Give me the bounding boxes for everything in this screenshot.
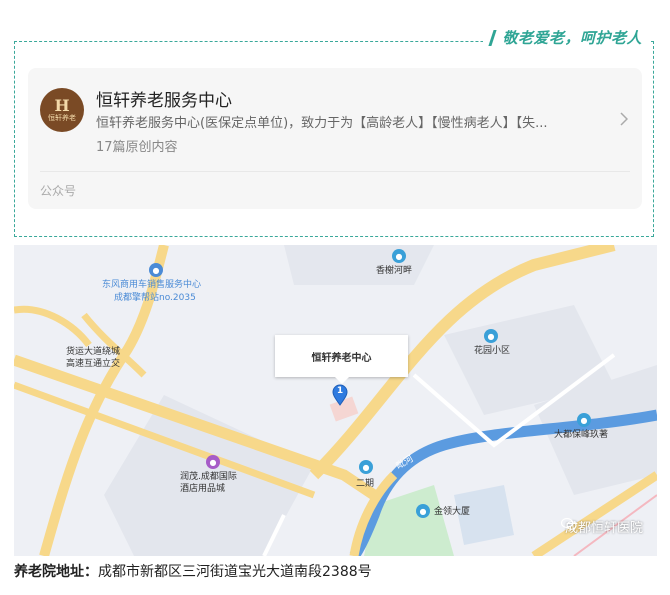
slogan-text: 敬老爱老，呵护老人 [502,29,642,47]
official-account-card[interactable]: H 恒轩养老 恒轩养老服务中心 恒轩养老服务中心(医保定点单位)，致力于为【高龄… [28,68,642,209]
article-count: 17篇原创内容 [96,140,178,155]
avatar: H 恒轩养老 [40,88,84,132]
poi-icon[interactable]: ● [416,504,430,518]
map-label-erqi: 二期 [356,479,375,489]
address-label: 养老院地址： [14,564,98,580]
map-label-dadu: 大都保峰玖著 [554,430,609,440]
map-label-xiangxie: 香榭河畔 [376,266,413,276]
map-label-runmao-2: 酒店用品城 [180,484,226,494]
poi-icon[interactable]: ● [206,455,220,469]
marker-number: 1 [336,386,344,396]
chevron-right-icon [620,112,629,130]
map-label-dongfeng: 东风商用车销售服务中心 [102,280,202,290]
map-label-huoyun: 货运大道绕城 [66,347,121,357]
poi-icon[interactable]: ● [149,263,163,277]
poi-icon[interactable]: ● [577,413,591,427]
logo-mark: H [54,95,70,115]
map-label-gaosu: 高速互通立交 [66,359,121,369]
logo-brand: 恒轩养老 [48,113,76,122]
slogan: 敬老爱老，呵护老人 [483,27,650,48]
map-label-runmao-1: 润茂.成都国际 [180,472,237,482]
account-type-label: 公众号 [40,184,77,198]
poi-icon[interactable]: ● [392,249,406,263]
account-name: 恒轩养老服务中心 [96,91,232,111]
map-label-zhaobang: 成都擎帮站no.2035 [114,293,196,303]
poi-icon[interactable]: ● [359,460,373,474]
location-map[interactable]: ● 东风商用车销售服务中心 成都擎帮站no.2035 ● 香榭河畔 ● 花园小区… [14,245,657,556]
watermark: 成都恒轩医院 [560,517,643,536]
divider [40,171,630,172]
location-pin-icon[interactable]: 1 [332,384,348,406]
address-value: 成都市新都区三河街道宝光大道南段2388号 [98,564,372,580]
marker-callout[interactable]: 恒轩养老中心 [275,335,408,384]
poi-icon[interactable]: ● [484,329,498,343]
account-description: 恒轩养老服务中心(医保定点单位)，致力于为【高龄老人】【慢性病老人】【失... [96,116,548,131]
marker-title: 恒轩养老中心 [311,352,372,364]
address-line: 养老院地址：成都市新都区三河街道宝光大道南段2388号 [14,561,372,581]
slogan-accent-mark [488,29,498,46]
map-label-huayuan: 花园小区 [474,346,511,356]
map-label-jinling: 金领大厦 [434,507,471,517]
